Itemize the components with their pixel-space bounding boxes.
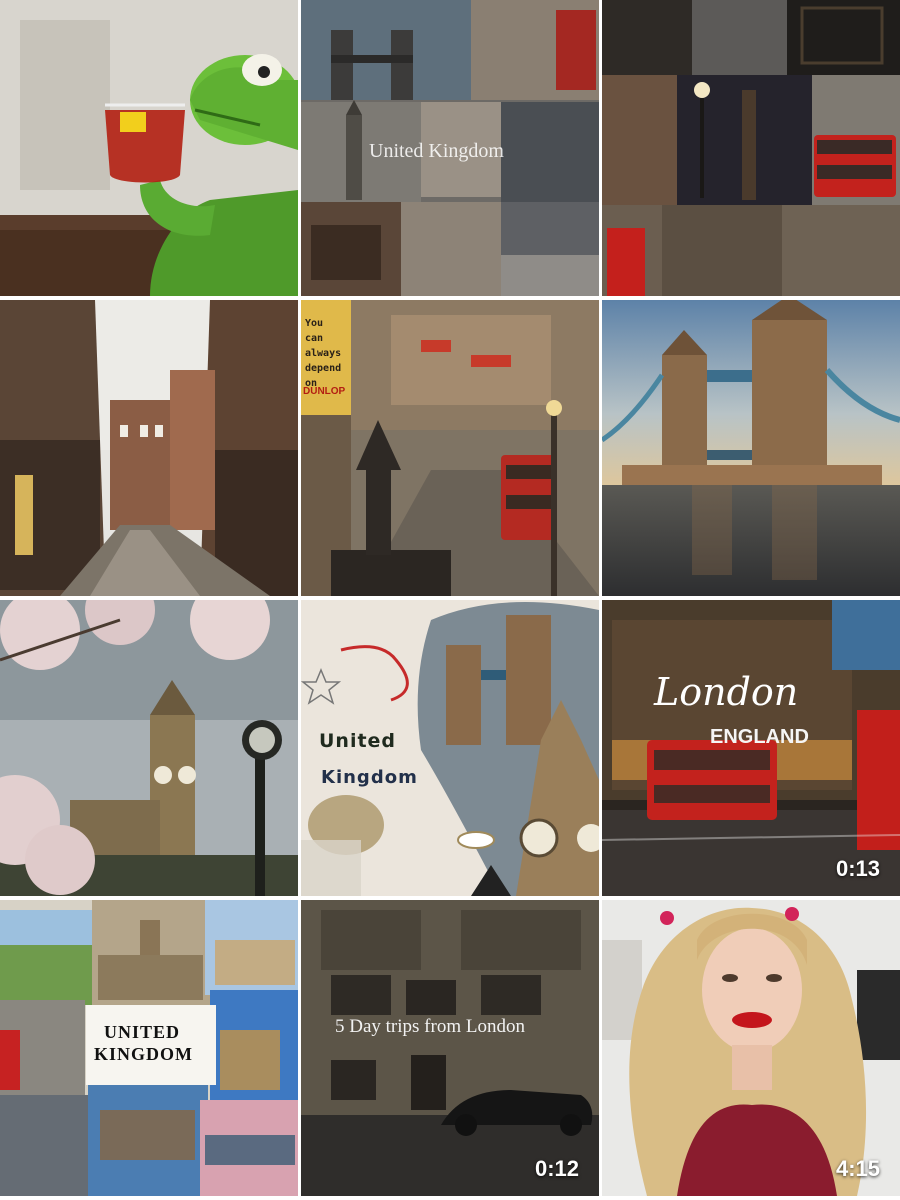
- video-duration: 4:15: [835, 1156, 880, 1181]
- grid-tile-uk-postcards[interactable]: UNITED KINGDOM: [0, 900, 298, 1196]
- video-duration: 0:13: [835, 856, 880, 881]
- grid-tile-uk-collage[interactable]: United Kingdom: [301, 0, 599, 296]
- video-duration: 0:12: [534, 1156, 579, 1181]
- grid-tile-old-street[interactable]: [0, 300, 298, 596]
- grid-tile-london-england-video[interactable]: London ENGLAND 0:13: [602, 600, 900, 896]
- postcards-title-line1: UNITED: [104, 1022, 181, 1042]
- ad-sign-text: You can always depend on: [305, 318, 342, 389]
- scrapbook-title-line2: Kingdom: [321, 767, 418, 788]
- photo-grid: United Kingdom You can always depend on …: [0, 0, 900, 1200]
- grid-tile-london-night[interactable]: [602, 0, 900, 296]
- woman-video-image: [602, 900, 900, 1196]
- grid-tile-big-ben[interactable]: [0, 600, 298, 896]
- video-title-script: London: [654, 670, 799, 714]
- grid-tile-kermit-tea[interactable]: [0, 0, 298, 296]
- tower-bridge-image: [602, 300, 900, 596]
- video-subtitle: ENGLAND: [710, 726, 809, 748]
- grid-tile-uk-scrapbook[interactable]: United Kingdom: [301, 600, 599, 896]
- london-night-image: [602, 0, 900, 296]
- grid-tile-tower-bridge[interactable]: [602, 300, 900, 596]
- grid-tile-day-trips-video[interactable]: 5 Day trips from London 0:12: [301, 900, 599, 1196]
- kermit-tea-image: [0, 0, 298, 296]
- day-trips-image: [301, 900, 599, 1196]
- grid-tile-piccadilly[interactable]: You can always depend on DUNLOP: [301, 300, 599, 596]
- postcards-title-line2: KINGDOM: [94, 1044, 193, 1064]
- ad-brand-text: DUNLOP: [303, 386, 346, 397]
- scrapbook-title-line1: United: [319, 730, 397, 752]
- video-title: 5 Day trips from London: [335, 1016, 525, 1037]
- old-street-image: [0, 300, 298, 596]
- overlay-title: United Kingdom: [369, 140, 504, 162]
- grid-tile-woman-video[interactable]: 4:15: [602, 900, 900, 1196]
- big-ben-image: [0, 600, 298, 896]
